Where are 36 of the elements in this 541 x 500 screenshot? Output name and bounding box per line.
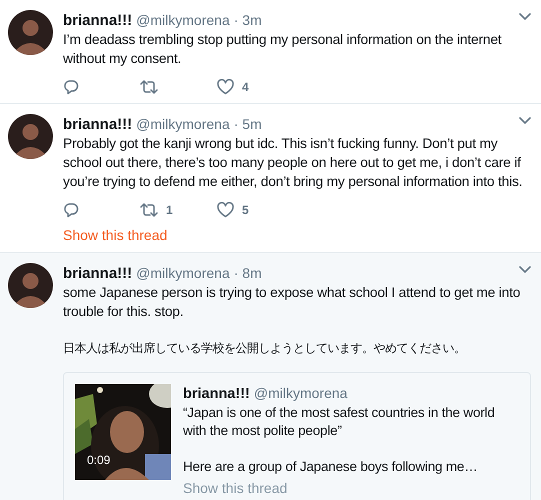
video-duration: 0:09	[87, 453, 110, 467]
quoted-tweet-card[interactable]: 0:09 brianna!!! @milkymorena “Japan is one of the most safest countries in the world with the most polite people” Here are a group of Japanese boys following me… Show this thread	[63, 372, 531, 500]
like-count: 4	[242, 79, 249, 96]
user-name[interactable]: brianna!!!	[63, 265, 132, 283]
retweet-icon[interactable]	[140, 203, 158, 217]
tweet-text: I’m deadass trembling stop putting my personal information on the internet without my consent.	[63, 31, 502, 68]
avatar[interactable]	[8, 10, 53, 55]
heart-icon[interactable]	[217, 202, 234, 218]
reply-icon[interactable]	[63, 79, 79, 95]
chevron-down-icon[interactable]	[519, 117, 531, 125]
show-thread-link[interactable]: Show this thread	[183, 479, 288, 497]
show-thread-link[interactable]: Show this thread	[63, 226, 168, 244]
reply-icon[interactable]	[63, 202, 79, 218]
timestamp[interactable]: · 5m	[234, 115, 262, 133]
retweet-icon[interactable]	[140, 80, 158, 94]
quoted-tweet-text: Here are a group of Japanese boys following me…	[183, 458, 479, 476]
user-handle: @milkymorena	[254, 384, 348, 402]
user-handle[interactable]: @milkymorena	[136, 115, 230, 133]
heart-icon[interactable]	[217, 79, 234, 95]
user-handle[interactable]: @milkymorena	[136, 264, 230, 282]
avatar[interactable]	[8, 263, 53, 308]
user-name: brianna!!!	[183, 385, 250, 403]
tweet-text: some Japanese person is trying to expose what school I attend to get me into trouble for this. stop.	[63, 284, 522, 321]
like-count: 5	[242, 202, 249, 219]
timestamp[interactable]: · 3m	[234, 11, 262, 29]
timestamp[interactable]: · 8m	[234, 264, 262, 282]
user-handle[interactable]: @milkymorena	[136, 11, 230, 29]
tweet-text: 日本人は私が出席している学校を公開しようとしています。やめてください。	[63, 340, 466, 357]
chevron-down-icon[interactable]	[519, 266, 531, 274]
tweet-text: Probably got the kanji wrong but idc. This isn’t fucking funny. Don’t put my school out there, there’s too many people on here out to get me, i don’t care if you’re trying to defend me either, don’t bring my personal information into this.	[63, 135, 524, 191]
chevron-down-icon[interactable]	[519, 13, 531, 21]
retweet-count: 1	[166, 202, 173, 219]
user-name[interactable]: brianna!!!	[63, 12, 132, 30]
user-name[interactable]: brianna!!!	[63, 116, 132, 134]
quoted-tweet-text: “Japan is one of the most safest countries in the world with the most polite people”	[183, 404, 496, 440]
avatar[interactable]	[8, 114, 53, 159]
